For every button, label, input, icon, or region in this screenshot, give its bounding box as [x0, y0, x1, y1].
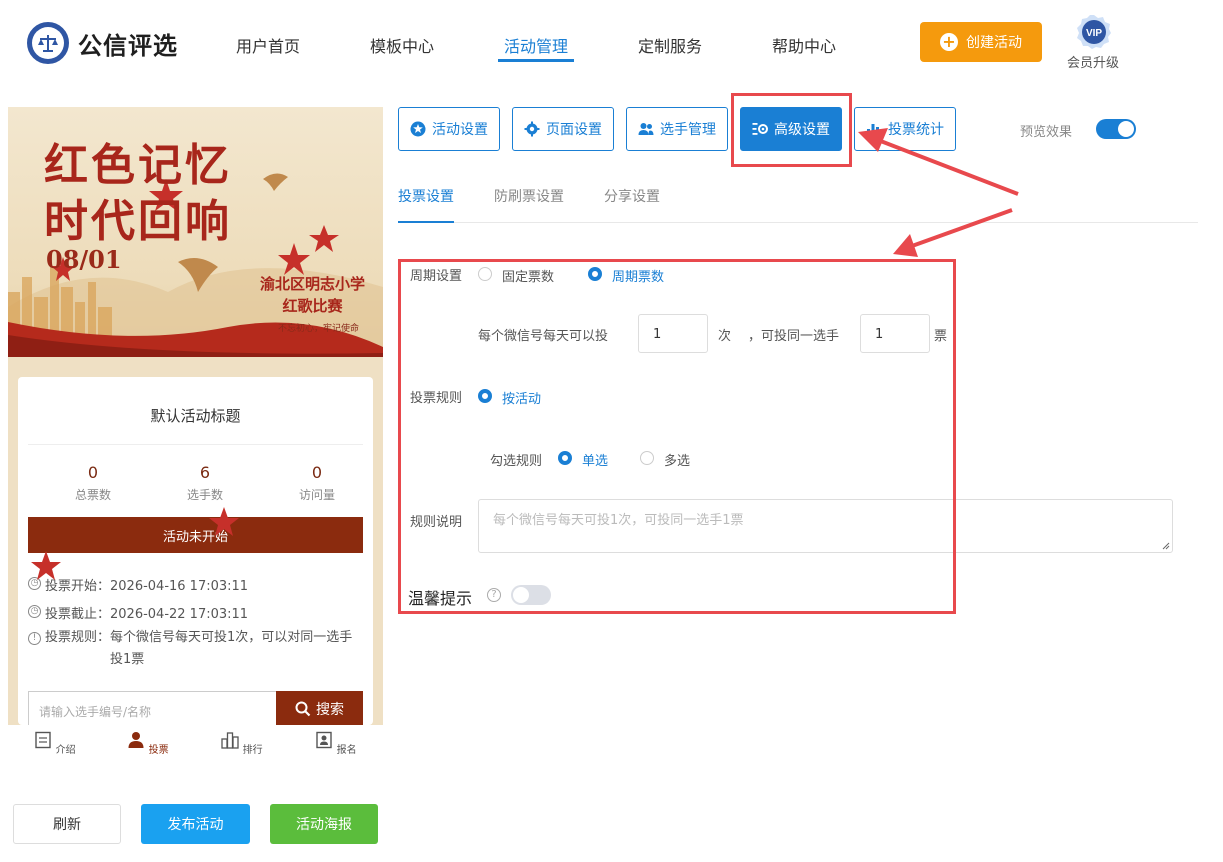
banner-event-name: 红歌比赛	[282, 297, 343, 315]
stat-label: 访问量	[298, 488, 335, 502]
highlight-box-vote-settings	[398, 259, 956, 614]
activity-poster-button[interactable]: 活动海报	[270, 804, 378, 844]
arrow-head-icon	[893, 234, 918, 257]
top-navigation: 公信评选 用户首页 模板中心 活动管理 定制服务 帮助中心 + 创建活动 VIP…	[0, 0, 1223, 86]
tab-ranking-label: 排行	[242, 745, 263, 756]
scales-icon	[27, 22, 69, 64]
ranking-icon	[221, 732, 240, 749]
activity-info-card: 默认活动标题 0 总票数 6 选手数 0 访问量 活动未开始 ◷ 投票开始：20…	[18, 377, 373, 725]
stat-visits: 0 访问量	[262, 463, 372, 503]
activity-settings-button[interactable]: 活动设置	[398, 107, 500, 151]
subtab-anti-fraud-settings[interactable]: 防刷票设置	[494, 186, 564, 206]
vip-badge-icon[interactable]: VIP	[1076, 14, 1112, 50]
arrow-line-to-form	[911, 208, 1013, 248]
star-circle-icon	[410, 121, 426, 137]
banner-title-line2: 时代回响	[44, 196, 232, 247]
vote-start-text: 投票开始：2026-04-16 17:03:11	[45, 579, 249, 594]
activity-banner: 红色记忆 时代回响 08/01 渝北区明志小学 红歌比赛 不忘初心，牢记使命	[8, 107, 383, 357]
brand-name: 公信评选	[78, 31, 178, 60]
banner-school: 渝北区明志小学 红歌比赛	[260, 273, 365, 317]
vote-end-text: 投票截止：2026-04-22 17:03:11	[45, 607, 249, 622]
search-button-label: 搜索	[316, 702, 344, 718]
contestant-management-label: 选手管理	[660, 122, 716, 138]
preview-effect-label: 预览效果	[1020, 125, 1073, 140]
stat-label: 选手数	[186, 488, 223, 502]
create-activity-label: 创建活动	[966, 35, 1022, 51]
plus-circle-icon: +	[940, 33, 958, 51]
page-settings-button[interactable]: 页面设置	[512, 107, 614, 151]
publish-activity-button[interactable]: 发布活动	[141, 804, 250, 844]
clock-icon: ◷	[28, 605, 41, 618]
tab-ranking[interactable]: 排行	[212, 731, 272, 756]
tab-vote-label: 投票	[148, 745, 169, 756]
users-icon	[638, 123, 654, 135]
refresh-button[interactable]: 刷新	[13, 804, 121, 844]
search-button[interactable]: 搜索	[276, 691, 363, 725]
vote-statistics-label: 投票统计	[888, 122, 944, 138]
page-settings-label: 页面设置	[546, 122, 602, 138]
brand-logo[interactable]: 公信评选	[27, 22, 178, 64]
subtab-divider	[398, 222, 1198, 223]
stat-contestants: 6 选手数	[150, 463, 260, 503]
search-icon	[295, 701, 311, 717]
vote-rule-text: 投票规则：每个微信号每天可投1次，可以对同一选手 投1票	[45, 627, 352, 671]
document-icon	[35, 731, 52, 749]
stat-total-votes: 0 总票数	[38, 463, 148, 503]
subtab-share-settings[interactable]: 分享设置	[604, 186, 660, 206]
stat-value: 0	[311, 463, 323, 482]
tab-intro[interactable]: 介绍	[25, 731, 85, 756]
info-icon: !	[28, 632, 41, 645]
stat-label: 总票数	[74, 488, 111, 502]
vote-rule-text-line1: 投票规则：每个微信号每天可投1次，可以对同一选手	[45, 630, 353, 645]
vote-start-line: ◷ 投票开始：2026-04-16 17:03:11	[28, 575, 248, 594]
profile-card-icon	[316, 731, 333, 749]
stat-value: 0	[87, 463, 99, 482]
vote-statistics-button[interactable]: 投票统计	[854, 107, 956, 151]
vip-upgrade-label[interactable]: 会员升级	[1067, 52, 1119, 71]
mobile-tab-bar: 介绍 投票 排行 报名	[8, 725, 383, 775]
banner-school-name: 渝北区明志小学	[260, 275, 366, 293]
user-icon	[128, 732, 144, 748]
banner-date: 08/01	[46, 245, 122, 274]
bar-chart-icon	[866, 124, 882, 137]
nav-item-activity-management[interactable]: 活动管理	[504, 33, 568, 57]
contestant-management-button[interactable]: 选手管理	[626, 107, 728, 151]
vote-end-line: ◷ 投票截止：2026-04-22 17:03:11	[28, 603, 248, 622]
highlight-box-advanced-settings	[731, 93, 852, 167]
subtab-active-indicator	[398, 221, 454, 223]
activity-title: 默认活动标题	[150, 407, 241, 425]
nav-item-custom-service[interactable]: 定制服务	[638, 33, 702, 57]
nav-item-templates[interactable]: 模板中心	[370, 33, 434, 57]
activity-settings-label: 活动设置	[432, 122, 488, 138]
toggle-knob	[1118, 121, 1134, 137]
nav-item-help[interactable]: 帮助中心	[772, 33, 836, 57]
activity-status-bar: 活动未开始	[28, 517, 363, 553]
mobile-preview: 红色记忆 时代回响 08/01 渝北区明志小学 红歌比赛 不忘初心，牢记使命 默…	[8, 107, 383, 725]
tab-intro-label: 介绍	[55, 745, 76, 756]
preview-effect-toggle[interactable]	[1096, 119, 1136, 139]
banner-title-line1: 红色记忆	[44, 140, 232, 191]
tab-vote[interactable]: 投票	[118, 731, 178, 756]
svg-text:VIP: VIP	[1086, 28, 1102, 39]
subtab-vote-settings[interactable]: 投票设置	[398, 186, 454, 206]
gear-icon	[524, 121, 540, 137]
vote-rule-line: ! 投票规则：每个微信号每天可投1次，可以对同一选手 投1票	[28, 627, 352, 671]
tab-signup[interactable]: 报名	[306, 731, 366, 756]
tab-signup-label: 报名	[336, 745, 357, 756]
nav-active-indicator	[498, 59, 574, 62]
nav-item-home[interactable]: 用户首页	[236, 33, 300, 57]
resize-handle-icon[interactable]	[1162, 542, 1170, 550]
vote-rule-text-line2: 投1票	[110, 652, 145, 667]
clock-icon: ◷	[28, 577, 41, 590]
create-activity-button[interactable]: + 创建活动	[920, 22, 1042, 62]
stat-value: 6	[199, 463, 211, 482]
divider	[28, 444, 363, 445]
contestant-search-input[interactable]: 请输入选手编号/名称	[28, 691, 276, 725]
banner-motto: 不忘初心，牢记使命	[278, 324, 360, 334]
